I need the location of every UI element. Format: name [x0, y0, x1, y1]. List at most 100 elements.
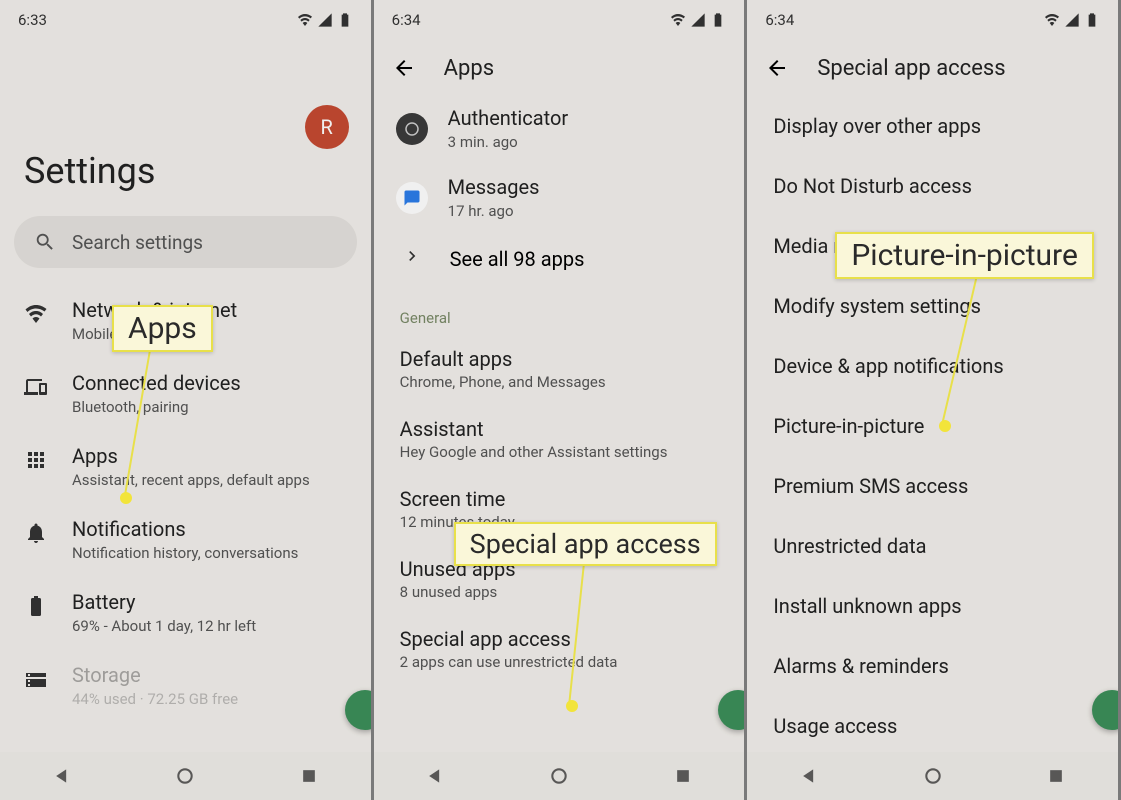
- bell-icon: [24, 521, 48, 545]
- search-icon: [34, 231, 56, 253]
- recent-app-authenticator[interactable]: Authenticator 3 min. ago: [374, 96, 745, 165]
- item-subtitle: Notification history, conversations: [72, 544, 298, 562]
- floating-action-button[interactable]: [718, 690, 747, 730]
- row-alarms-reminders[interactable]: Alarms & reminders: [747, 636, 1118, 696]
- clock: 6:34: [392, 11, 421, 29]
- page-title: Special app access: [817, 56, 1005, 81]
- storage-icon: [24, 667, 48, 691]
- nav-recent-icon[interactable]: [299, 766, 319, 786]
- app-bar: Special app access: [747, 40, 1118, 96]
- row-subtitle: 2 apps can use unrestricted data: [400, 653, 719, 671]
- app-bar: Apps: [374, 40, 745, 96]
- profile-avatar[interactable]: R: [305, 105, 349, 149]
- settings-item-storage[interactable]: Storage 44% used · 72.25 GB free: [0, 649, 371, 722]
- row-dnd-access[interactable]: Do Not Disturb access: [747, 156, 1118, 216]
- see-all-apps[interactable]: See all 98 apps: [374, 234, 745, 291]
- app-title: Messages: [448, 175, 540, 200]
- wifi-icon: [670, 12, 686, 28]
- row-default-apps[interactable]: Default apps Chrome, Phone, and Messages: [374, 335, 745, 405]
- nav-recent-icon[interactable]: [673, 766, 693, 786]
- item-subtitle: 44% used · 72.25 GB free: [72, 690, 238, 708]
- page-title: Settings: [0, 150, 371, 192]
- callout-label: Apps: [112, 305, 213, 352]
- item-title: Connected devices: [72, 371, 241, 396]
- back-button[interactable]: [759, 50, 795, 86]
- nav-bar: [747, 752, 1118, 800]
- messages-icon: [396, 182, 428, 214]
- row-usage-access[interactable]: Usage access: [747, 696, 1118, 756]
- signal-icon: [317, 12, 333, 28]
- nav-back-icon[interactable]: [425, 766, 445, 786]
- row-special-app-access[interactable]: Special app access 2 apps can use unrest…: [374, 615, 745, 685]
- settings-item-apps[interactable]: Apps Assistant, recent apps, default app…: [0, 430, 371, 503]
- status-bar: 6:34: [747, 0, 1118, 40]
- nav-back-icon[interactable]: [52, 766, 72, 786]
- settings-item-battery[interactable]: Battery 69% - About 1 day, 12 hr left: [0, 576, 371, 649]
- nav-home-icon[interactable]: [549, 766, 569, 786]
- nav-home-icon[interactable]: [923, 766, 943, 786]
- app-title: Authenticator: [448, 106, 568, 131]
- settings-item-notifications[interactable]: Notifications Notification history, conv…: [0, 503, 371, 576]
- nav-bar: [374, 752, 745, 800]
- status-bar: 6:34: [374, 0, 745, 40]
- apps-screen: 6:34 Apps Authenticator 3 min. ago Messa…: [374, 0, 748, 800]
- item-subtitle: Assistant, recent apps, default apps: [72, 471, 310, 489]
- signal-icon: [1064, 12, 1080, 28]
- status-icons: [297, 12, 353, 28]
- item-title: Battery: [72, 590, 256, 615]
- item-subtitle: Bluetooth, pairing: [72, 398, 241, 416]
- clock: 6:34: [765, 11, 794, 29]
- row-install-unknown[interactable]: Install unknown apps: [747, 576, 1118, 636]
- floating-action-button[interactable]: [345, 690, 374, 730]
- nav-bar: [0, 752, 371, 800]
- row-device-notifications[interactable]: Device & app notifications: [747, 336, 1118, 396]
- battery-icon: [1084, 12, 1100, 28]
- row-subtitle: Hey Google and other Assistant settings: [400, 443, 719, 461]
- back-button[interactable]: [386, 50, 422, 86]
- item-title: Notifications: [72, 517, 298, 542]
- battery-icon: [24, 594, 48, 618]
- callout-label: Picture-in-picture: [835, 232, 1094, 279]
- clock: 6:33: [18, 11, 47, 29]
- row-premium-sms[interactable]: Premium SMS access: [747, 456, 1118, 516]
- see-all-label: See all 98 apps: [450, 247, 585, 271]
- row-picture-in-picture[interactable]: Picture-in-picture: [747, 396, 1118, 456]
- row-title: Assistant: [400, 417, 719, 441]
- settings-home-screen: 6:33 R Settings Search settings Network …: [0, 0, 374, 800]
- apps-icon: [24, 448, 48, 472]
- callout-label: Special app access: [454, 522, 717, 566]
- authenticator-icon: [396, 113, 428, 145]
- search-placeholder: Search settings: [72, 231, 203, 254]
- row-unrestricted-data[interactable]: Unrestricted data: [747, 516, 1118, 576]
- row-display-over[interactable]: Display over other apps: [747, 96, 1118, 156]
- chevron-right-icon: [402, 246, 422, 271]
- callout-dot: [566, 700, 578, 712]
- app-subtitle: 17 hr. ago: [448, 202, 540, 220]
- status-icons: [1044, 12, 1100, 28]
- signal-icon: [690, 12, 706, 28]
- status-icons: [670, 12, 726, 28]
- item-subtitle: 69% - About 1 day, 12 hr left: [72, 617, 256, 635]
- callout-dot: [120, 492, 132, 504]
- row-modify-system[interactable]: Modify system settings: [747, 276, 1118, 336]
- nav-home-icon[interactable]: [175, 766, 195, 786]
- nav-recent-icon[interactable]: [1046, 766, 1066, 786]
- row-subtitle: 8 unused apps: [400, 583, 719, 601]
- row-title: Screen time: [400, 487, 719, 511]
- item-title: Storage: [72, 663, 238, 688]
- recent-app-messages[interactable]: Messages 17 hr. ago: [374, 165, 745, 234]
- settings-item-connected-devices[interactable]: Connected devices Bluetooth, pairing: [0, 357, 371, 430]
- wifi-icon: [1044, 12, 1060, 28]
- special-access-list: Display over other apps Do Not Disturb a…: [747, 96, 1118, 756]
- row-title: Special app access: [400, 627, 719, 651]
- battery-icon: [337, 12, 353, 28]
- page-title: Apps: [444, 56, 494, 81]
- nav-back-icon[interactable]: [799, 766, 819, 786]
- section-header-general: General: [374, 291, 745, 335]
- app-subtitle: 3 min. ago: [448, 133, 568, 151]
- wifi-icon: [24, 302, 48, 326]
- special-app-access-screen: 6:34 Special app access Display over oth…: [747, 0, 1121, 800]
- search-settings-input[interactable]: Search settings: [14, 216, 357, 268]
- row-subtitle: Chrome, Phone, and Messages: [400, 373, 719, 391]
- row-assistant[interactable]: Assistant Hey Google and other Assistant…: [374, 405, 745, 475]
